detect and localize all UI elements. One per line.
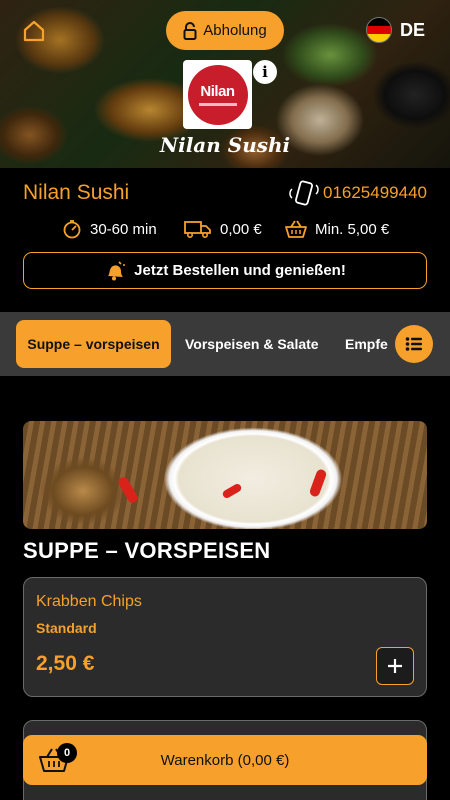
delivery-time: 30-60 min — [62, 219, 157, 239]
timer-icon — [63, 220, 81, 239]
item-name: Krabben Chips — [36, 593, 142, 610]
tab-vorspeisen-salate[interactable]: Vorspeisen & Salate — [185, 320, 319, 368]
restaurant-logo: Nilan — [183, 60, 252, 129]
category-title: SUPPE – VORSPEISEN — [23, 538, 271, 563]
category-tabs: Suppe – vorspeisen Vorspeisen & Salate E… — [0, 312, 450, 376]
logo-text: Nilan — [200, 83, 235, 100]
category-list-button[interactable] — [395, 325, 433, 363]
delivery-fee-value: 0,00 € — [220, 220, 262, 238]
pickup-button[interactable]: Abholung — [166, 11, 284, 50]
order-now-button[interactable]: Jetzt Bestellen und genießen! — [23, 252, 427, 289]
info-icon: i — [262, 63, 268, 81]
brand-name: Nilan Sushi — [159, 133, 291, 157]
min-order-value: Min. 5,00 € — [315, 220, 390, 238]
min-order: Min. 5,00 € — [285, 219, 389, 239]
flag-de-icon — [366, 17, 392, 43]
list-icon — [405, 337, 422, 351]
menu-item-card[interactable]: Krabben Chips Standard 2,50 € — [23, 577, 427, 697]
add-to-cart-button[interactable] — [376, 647, 414, 685]
delivery-time-value: 30-60 min — [90, 220, 157, 238]
lock-icon — [183, 21, 197, 40]
restaurant-info: Nilan Sushi 01625499440 30-60 min 0,00 € — [0, 168, 450, 312]
phone-link[interactable]: 01625499440 — [289, 180, 427, 206]
phone-icon — [289, 180, 319, 206]
order-now-label: Jetzt Bestellen und genießen! — [134, 262, 346, 279]
delivery-fee: 0,00 € — [184, 219, 262, 239]
item-variant: Standard — [36, 620, 97, 636]
cart-button[interactable]: Warenkorb (0,00 €) — [23, 735, 427, 785]
delivery-truck-icon — [184, 221, 211, 239]
tab-empfehlungen[interactable]: Empfe — [345, 320, 388, 368]
item-price: 2,50 € — [36, 652, 95, 675]
home-button[interactable] — [22, 19, 46, 43]
pickup-label: Abholung — [203, 22, 267, 39]
home-icon — [23, 20, 45, 42]
bell-icon — [108, 260, 126, 280]
cart-label: Warenkorb (0,00 €) — [160, 751, 290, 769]
language-selector[interactable]: DE — [366, 17, 425, 43]
plus-icon — [388, 659, 402, 673]
category-image — [23, 421, 427, 529]
language-label: DE — [400, 19, 426, 40]
restaurant-name: Nilan Sushi — [23, 181, 130, 204]
tab-suppe-vorspeisen[interactable]: Suppe – vorspeisen — [16, 320, 171, 368]
basket-icon — [285, 220, 307, 238]
phone-number: 01625499440 — [322, 183, 427, 202]
cart-count-badge: 0 — [57, 743, 77, 763]
info-button[interactable]: i — [253, 60, 277, 84]
